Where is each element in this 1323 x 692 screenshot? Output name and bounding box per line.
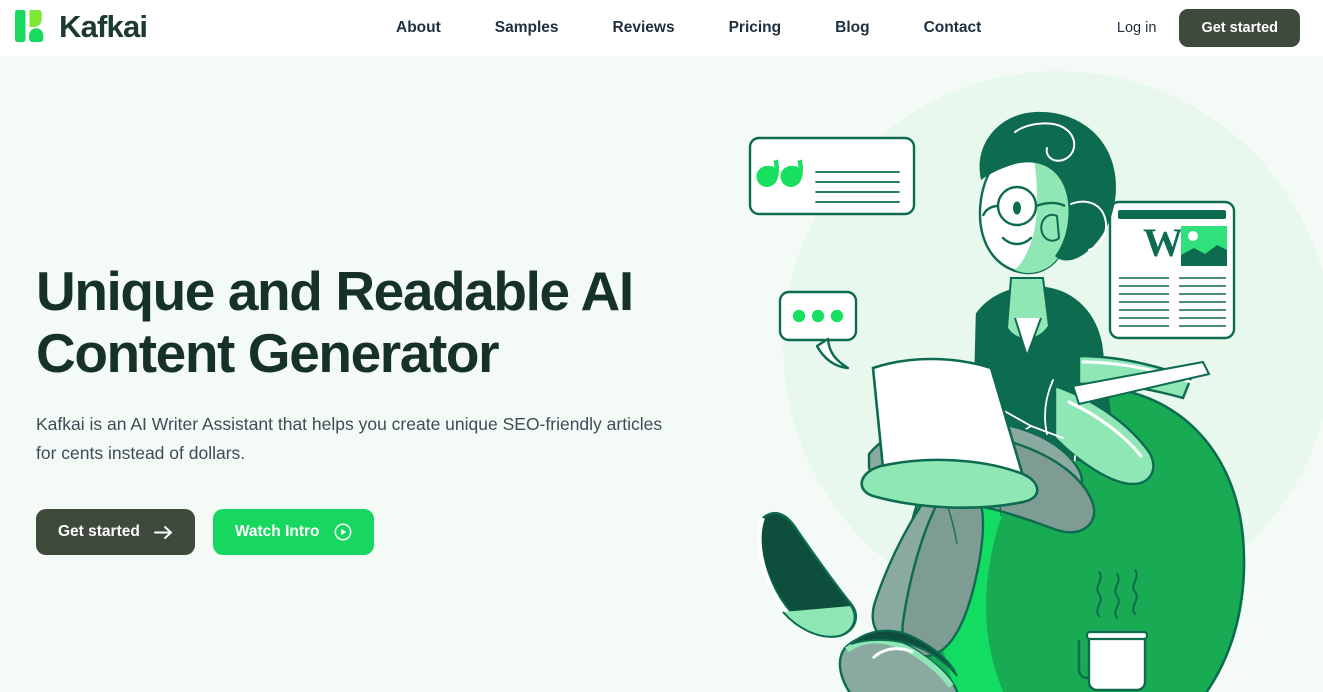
kafkai-k-logo-icon (14, 8, 50, 44)
header-get-started-button[interactable]: Get started (1179, 9, 1300, 47)
hero-copy: Unique and Readable AI Content Generator … (36, 260, 716, 555)
quote-card (748, 136, 916, 216)
eye (1013, 201, 1021, 215)
page-title: Unique and Readable AI Content Generator (36, 260, 716, 384)
hero-title-line-1: Unique and Readable AI (36, 260, 634, 322)
nav-item-blog[interactable]: Blog (835, 11, 869, 45)
arrow-right-icon (153, 525, 173, 540)
nav-item-reviews[interactable]: Reviews (613, 11, 675, 45)
newspaper-masthead-letter: W (1143, 220, 1183, 265)
newspaper-card: W (1108, 200, 1236, 340)
site-header: Kafkai About Samples Reviews Pricing Blo… (0, 0, 1323, 56)
brand-wordmark: Kafkai (59, 8, 148, 44)
brand-logo-link[interactable]: Kafkai (14, 8, 148, 44)
hero-watch-intro-label: Watch Intro (234, 523, 320, 540)
typing-dots-icon (792, 309, 844, 323)
nav-item-samples[interactable]: Samples (495, 11, 559, 45)
nav-item-pricing[interactable]: Pricing (729, 11, 782, 45)
person-writing-with-laptop-illustration: W (723, 56, 1323, 692)
login-link[interactable]: Log in (1117, 20, 1157, 36)
hero-section: W Unique and Readable AI Content Generat… (0, 56, 1323, 692)
nav-item-about[interactable]: About (396, 11, 441, 45)
play-circle-icon (334, 523, 352, 541)
hero-get-started-button[interactable]: Get started (36, 509, 195, 555)
hero-watch-intro-button[interactable]: Watch Intro (212, 509, 374, 555)
main-navigation: About Samples Reviews Pricing Blog Conta… (396, 0, 981, 56)
nav-item-contact[interactable]: Contact (924, 11, 982, 45)
hero-cta-group: Get started Watch Intro (36, 509, 716, 555)
header-actions: Log in Get started (1117, 0, 1300, 56)
hero-title-line-2: Content Generator (36, 322, 499, 384)
kafkai-landing-page: Kafkai About Samples Reviews Pricing Blo… (0, 0, 1323, 692)
newspaper-image-placeholder (1181, 226, 1227, 266)
shoe-back (757, 511, 858, 638)
hero-get-started-label: Get started (58, 523, 140, 540)
hero-subtitle: Kafkai is an AI Writer Assistant that he… (36, 414, 663, 463)
